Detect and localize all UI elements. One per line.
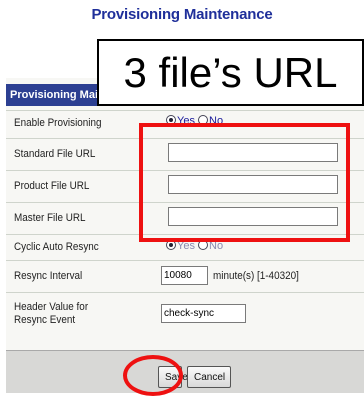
callout-label: 3 file’s URL	[97, 39, 364, 106]
header-value-input[interactable]	[161, 304, 246, 323]
cyclic-auto-resync-label: Cyclic Auto Resync	[14, 241, 99, 253]
row-resync-interval: Resync Interval minute(s) [1-40320]	[6, 260, 364, 291]
enable-provisioning-label: Enable Provisioning	[14, 117, 102, 129]
header-value-label: Header Value for Resync Event	[14, 301, 89, 326]
resync-interval-label: Resync Interval	[14, 270, 83, 282]
highlight-box-url-fields	[139, 123, 350, 242]
resync-interval-input[interactable]	[161, 266, 208, 285]
cancel-button[interactable]: Cancel	[187, 366, 231, 388]
row-header-value: Header Value for Resync Event	[6, 292, 364, 343]
product-file-url-label: Product File URL	[14, 180, 90, 192]
master-file-url-label: Master File URL	[14, 212, 86, 224]
page-title: Provisioning Maintenance	[91, 6, 273, 23]
standard-file-url-label: Standard File URL	[14, 148, 96, 160]
resync-interval-unit: minute(s) [1-40320]	[213, 270, 299, 282]
highlight-circle-save	[123, 355, 183, 396]
